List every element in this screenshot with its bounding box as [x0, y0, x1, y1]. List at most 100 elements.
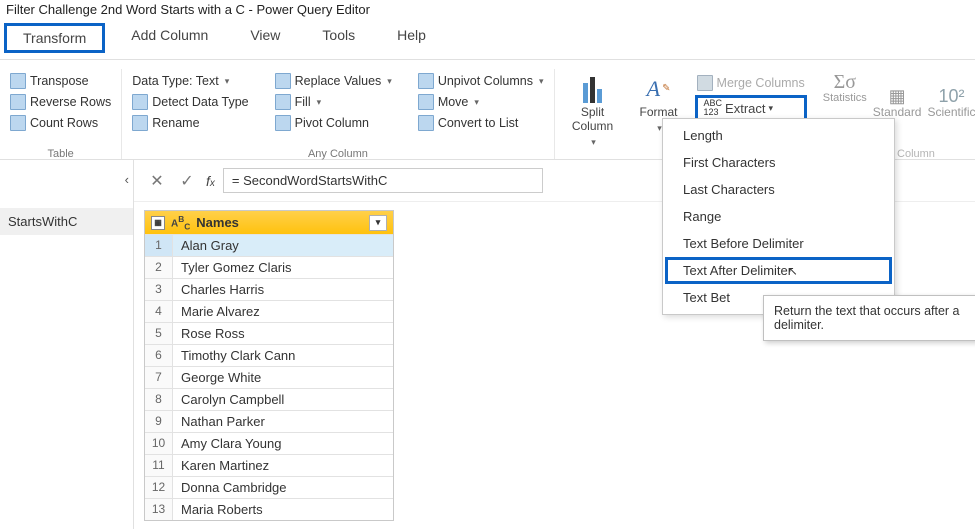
- row-number: 9: [145, 411, 173, 432]
- convert-icon: [418, 115, 434, 131]
- tab-tools[interactable]: Tools: [306, 23, 371, 53]
- cell-value: Marie Alvarez: [173, 301, 393, 322]
- move-icon: [418, 94, 434, 110]
- menu-first-characters[interactable]: First Characters: [665, 149, 892, 176]
- split-icon: [577, 75, 609, 103]
- cursor-icon: ↖: [788, 264, 798, 278]
- tab-add-column[interactable]: Add Column: [115, 23, 224, 53]
- reverse-rows-button[interactable]: Reverse Rows: [8, 92, 113, 112]
- table-row[interactable]: 8Carolyn Campbell: [145, 388, 393, 410]
- column-name: Names: [196, 215, 239, 230]
- fx-icon[interactable]: fx: [206, 173, 215, 189]
- transpose-icon: [10, 73, 26, 89]
- cell-value: Tyler Gomez Claris: [173, 257, 393, 278]
- scientific-button[interactable]: 10² Scientific: [927, 71, 975, 119]
- query-item[interactable]: StartsWithC: [0, 208, 133, 235]
- row-number: 11: [145, 455, 173, 476]
- menu-range[interactable]: Range: [665, 203, 892, 230]
- detect-icon: [132, 94, 148, 110]
- cell-value: Donna Cambridge: [173, 477, 393, 498]
- cell-value: Amy Clara Young: [173, 433, 393, 454]
- standard-button[interactable]: ▦ Standard: [873, 71, 922, 119]
- tab-transform[interactable]: Transform: [4, 23, 105, 53]
- convert-label: Convert to List: [438, 114, 519, 132]
- ribbon-tabs: Transform Add Column View Tools Help: [0, 19, 975, 60]
- ten2-label: 10²: [938, 89, 964, 103]
- cell-value: Timothy Clark Cann: [173, 345, 393, 366]
- extract-label: Extract: [725, 101, 765, 116]
- merge-columns-button[interactable]: Merge Columns: [695, 73, 807, 93]
- count-label: Count Rows: [30, 114, 98, 132]
- group-label-anycol: Any Column: [122, 148, 553, 160]
- fill-button[interactable]: Fill: [273, 92, 394, 112]
- tab-help[interactable]: Help: [381, 23, 442, 53]
- formula-input[interactable]: [223, 168, 543, 193]
- unpivot-button[interactable]: Unpivot Columns: [416, 71, 546, 91]
- standard-label: Standard: [873, 105, 922, 119]
- data-table: ▦ ABC Names ▾ 1Alan Gray2Tyler Gomez Cla…: [144, 210, 394, 521]
- transpose-button[interactable]: Transpose: [8, 71, 113, 91]
- cell-value: Alan Gray: [173, 235, 393, 256]
- scientific-label: Scientific: [927, 105, 975, 119]
- detect-label: Detect Data Type: [152, 93, 248, 111]
- format-label: Format: [640, 105, 678, 119]
- cancel-formula-icon[interactable]: ✕: [146, 171, 168, 191]
- table-row[interactable]: 9Nathan Parker: [145, 410, 393, 432]
- statistics-button[interactable]: ΣσStatistics: [823, 71, 867, 105]
- cell-value: Rose Ross: [173, 323, 393, 344]
- table-row[interactable]: 11Karen Martinez: [145, 454, 393, 476]
- sigma-icon: Σσ: [834, 75, 856, 89]
- window-title: Filter Challenge 2nd Word Starts with a …: [0, 0, 975, 19]
- menu-text-after-delimiter[interactable]: Text After Delimiter ↖: [665, 257, 892, 284]
- convert-list-button[interactable]: Convert to List: [416, 113, 546, 133]
- count-rows-button[interactable]: Count Rows: [8, 113, 113, 133]
- fill-label: Fill: [295, 93, 311, 111]
- rename-label: Rename: [152, 114, 199, 132]
- row-number: 7: [145, 367, 173, 388]
- rename-button[interactable]: Rename: [130, 113, 250, 133]
- table-row[interactable]: 3Charles Harris: [145, 278, 393, 300]
- menu-last-characters[interactable]: Last Characters: [665, 176, 892, 203]
- column-filter-icon[interactable]: ▾: [369, 215, 387, 231]
- menu-length[interactable]: Length: [665, 122, 892, 149]
- collapse-queries-icon[interactable]: ‹: [125, 172, 129, 187]
- table-icon[interactable]: ▦: [151, 216, 165, 230]
- column-header[interactable]: ▦ ABC Names ▾: [145, 211, 393, 234]
- split-column-button[interactable]: Split Column: [563, 71, 623, 149]
- table-row[interactable]: 2Tyler Gomez Claris: [145, 256, 393, 278]
- pivot-button[interactable]: Pivot Column: [273, 113, 394, 133]
- accept-formula-icon[interactable]: ✓: [176, 171, 198, 191]
- cell-value: Carolyn Campbell: [173, 389, 393, 410]
- move-button[interactable]: Move: [416, 92, 546, 112]
- cell-value: Maria Roberts: [173, 499, 393, 520]
- merge-icon: [697, 75, 713, 91]
- data-type-button[interactable]: Data Type: Text: [130, 71, 250, 91]
- queries-pane: ‹ StartsWithC: [0, 160, 134, 529]
- row-number: 4: [145, 301, 173, 322]
- table-row[interactable]: 12Donna Cambridge: [145, 476, 393, 498]
- table-row[interactable]: 13Maria Roberts: [145, 498, 393, 520]
- row-number: 2: [145, 257, 173, 278]
- row-number: 3: [145, 279, 173, 300]
- table-row[interactable]: 1Alan Gray: [145, 234, 393, 256]
- unpivot-label: Unpivot Columns: [438, 72, 533, 90]
- table-row[interactable]: 6Timothy Clark Cann: [145, 344, 393, 366]
- split-label: Split Column: [572, 105, 613, 133]
- column-type-icon: ABC: [171, 214, 190, 231]
- row-number: 1: [145, 235, 173, 256]
- replace-values-button[interactable]: Replace Values: [273, 71, 394, 91]
- rename-icon: [132, 115, 148, 131]
- tab-view[interactable]: View: [234, 23, 296, 53]
- pivot-label: Pivot Column: [295, 114, 369, 132]
- menu-text-before-delimiter[interactable]: Text Before Delimiter: [665, 230, 892, 257]
- detect-type-button[interactable]: Detect Data Type: [130, 92, 250, 112]
- table-row[interactable]: 7George White: [145, 366, 393, 388]
- extract-icon: ABC123: [704, 99, 723, 117]
- table-row[interactable]: 4Marie Alvarez: [145, 300, 393, 322]
- cell-value: Karen Martinez: [173, 455, 393, 476]
- menu-after-label: Text After Delimiter: [683, 263, 792, 278]
- standard-icon: ▦: [881, 75, 913, 103]
- table-row[interactable]: 5Rose Ross: [145, 322, 393, 344]
- table-row[interactable]: 10Amy Clara Young: [145, 432, 393, 454]
- ribbon: Transpose Reverse Rows Count Rows Table …: [0, 60, 975, 160]
